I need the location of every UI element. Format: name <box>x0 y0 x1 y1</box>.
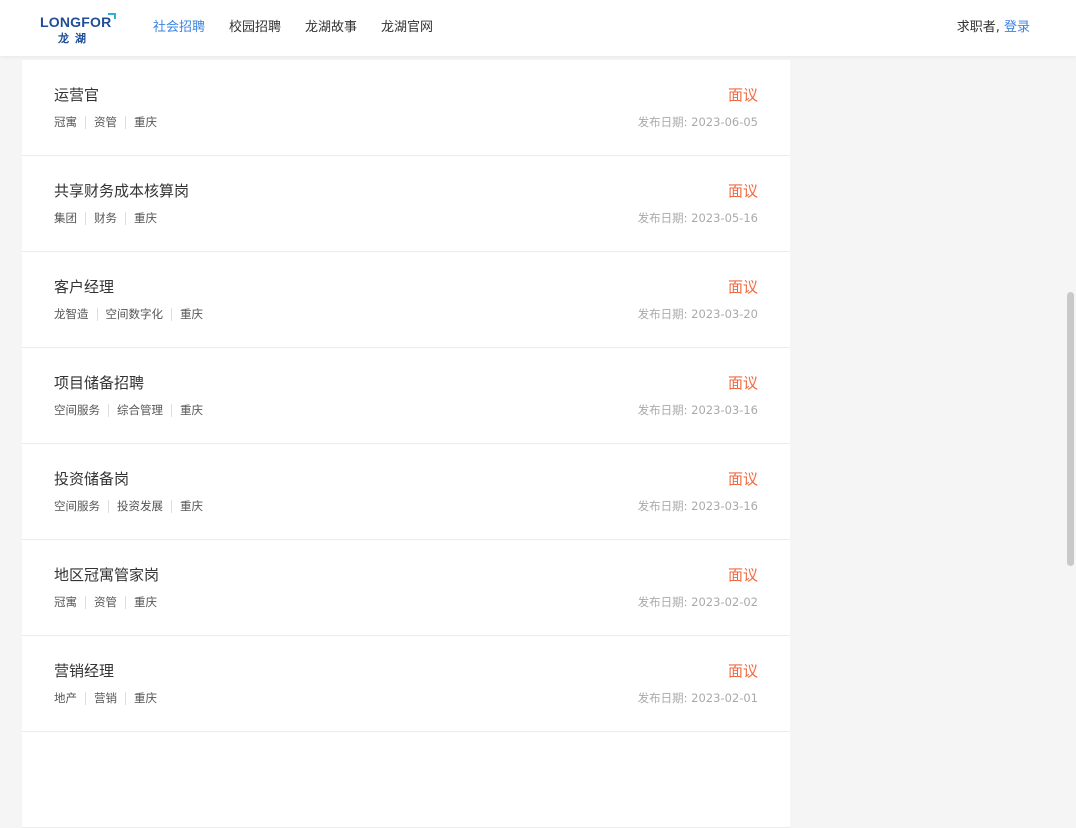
job-tag: 财务 <box>85 211 125 225</box>
nav-campus-recruitment[interactable]: 校园招聘 <box>229 19 281 37</box>
job-publish-date: 发布日期: 2023-03-16 <box>637 499 758 513</box>
job-list-item[interactable]: 地区冠寓管家岗冠寓 资管 重庆 面议发布日期: 2023-02-02 <box>22 540 790 636</box>
job-tag: 冠寓 <box>54 594 77 609</box>
main-nav: 社会招聘 校园招聘 龙湖故事 龙湖官网 <box>153 19 433 37</box>
job-list-item[interactable]: 投资储备岗空间服务 投资发展 重庆 面议发布日期: 2023-03-16 <box>22 444 790 540</box>
job-tag: 营销 <box>85 691 125 705</box>
job-list-item[interactable]: 运营官冠寓 资管 重庆 面议发布日期: 2023-06-05 <box>22 60 790 156</box>
job-tag: 综合管理 <box>108 403 171 417</box>
job-tag: 空间数字化 <box>96 307 172 321</box>
job-title[interactable]: 地区冠寓管家岗 <box>54 565 159 585</box>
job-tags: 空间服务 投资发展 重庆 <box>54 498 211 514</box>
logo-text-cn: 龙湖 <box>58 32 92 45</box>
job-tag: 重庆 <box>125 211 165 225</box>
job-tag: 重庆 <box>171 403 211 417</box>
job-tag: 地产 <box>54 690 77 705</box>
user-greeting: 求职者, <box>956 20 1004 35</box>
job-title[interactable]: 投资储备岗 <box>54 469 129 489</box>
job-publish-date: 发布日期: 2023-02-01 <box>637 691 758 705</box>
job-list-item[interactable]: 营销经理地产 营销 重庆 面议发布日期: 2023-02-01 <box>22 636 790 732</box>
longfor-logo[interactable]: LONGFOR 龙湖 <box>40 12 120 46</box>
logo-text-en: LONGFOR <box>40 14 112 30</box>
job-salary: 面议 <box>727 86 758 104</box>
job-salary: 面议 <box>727 566 758 584</box>
job-title[interactable]: 项目储备招聘 <box>54 373 144 393</box>
job-title[interactable]: 运营官 <box>54 85 99 105</box>
top-header: LONGFOR 龙湖 社会招聘 校园招聘 龙湖故事 龙湖官网 求职者, 登录 <box>0 0 1076 56</box>
logo-corner-mark-icon <box>108 13 116 19</box>
job-tag: 重庆 <box>125 691 165 705</box>
job-list-item[interactable] <box>22 732 790 828</box>
job-tags: 集团 财务 重庆 <box>54 210 165 226</box>
job-list-item[interactable]: 项目储备招聘空间服务 综合管理 重庆 面议发布日期: 2023-03-16 <box>22 348 790 444</box>
job-salary: 面议 <box>727 470 758 488</box>
job-tags: 冠寓 资管 重庆 <box>54 114 165 130</box>
job-publish-date: 发布日期: 2023-03-20 <box>637 307 758 321</box>
nav-social-recruitment[interactable]: 社会招聘 <box>153 19 205 37</box>
job-salary: 面议 <box>727 182 758 200</box>
job-tag: 空间服务 <box>54 402 100 417</box>
job-tag: 重庆 <box>171 499 211 513</box>
job-publish-date: 发布日期: 2023-05-16 <box>637 211 758 225</box>
login-link[interactable]: 登录 <box>1004 20 1030 35</box>
job-salary: 面议 <box>727 374 758 392</box>
job-salary: 面议 <box>727 278 758 296</box>
job-publish-date: 发布日期: 2023-03-16 <box>637 403 758 417</box>
job-tags: 龙智造 空间数字化 重庆 <box>54 306 211 322</box>
job-list-item[interactable]: 客户经理龙智造 空间数字化 重庆 面议发布日期: 2023-03-20 <box>22 252 790 348</box>
job-tag: 重庆 <box>125 595 165 609</box>
job-tags: 空间服务 综合管理 重庆 <box>54 402 211 418</box>
job-publish-date: 发布日期: 2023-06-05 <box>637 115 758 129</box>
job-publish-date: 发布日期: 2023-02-02 <box>637 595 758 609</box>
job-tag: 投资发展 <box>108 499 171 513</box>
job-list-item[interactable]: 共享财务成本核算岗集团 财务 重庆 面议发布日期: 2023-05-16 <box>22 156 790 252</box>
job-tags: 冠寓 资管 重庆 <box>54 594 165 610</box>
job-tag: 空间服务 <box>54 498 100 513</box>
job-list: 运营官 冠寓 资管 重庆 面议 发布日期: 2023-06-05 共享财务成本核算岗 集团 财务… <box>22 60 790 828</box>
job-tag: 资管 <box>85 115 125 129</box>
scrollbar-thumb[interactable] <box>1067 292 1074 566</box>
job-tag: 龙智造 <box>54 306 89 321</box>
job-title[interactable]: 共享财务成本核算岗 <box>54 181 189 201</box>
job-title[interactable]: 客户经理 <box>54 277 114 297</box>
job-tag: 重庆 <box>171 307 211 321</box>
nav-longfor-stories[interactable]: 龙湖故事 <box>305 19 357 37</box>
nav-official-site[interactable]: 龙湖官网 <box>381 19 433 37</box>
job-tag: 资管 <box>85 595 125 609</box>
job-tag: 冠寓 <box>54 114 77 129</box>
job-title[interactable]: 营销经理 <box>54 661 114 681</box>
job-tag: 重庆 <box>125 115 165 129</box>
job-tags: 地产 营销 重庆 <box>54 690 165 706</box>
user-area: 求职者, 登录 <box>957 19 1030 37</box>
job-salary: 面议 <box>727 662 758 680</box>
job-tag: 集团 <box>54 210 77 225</box>
